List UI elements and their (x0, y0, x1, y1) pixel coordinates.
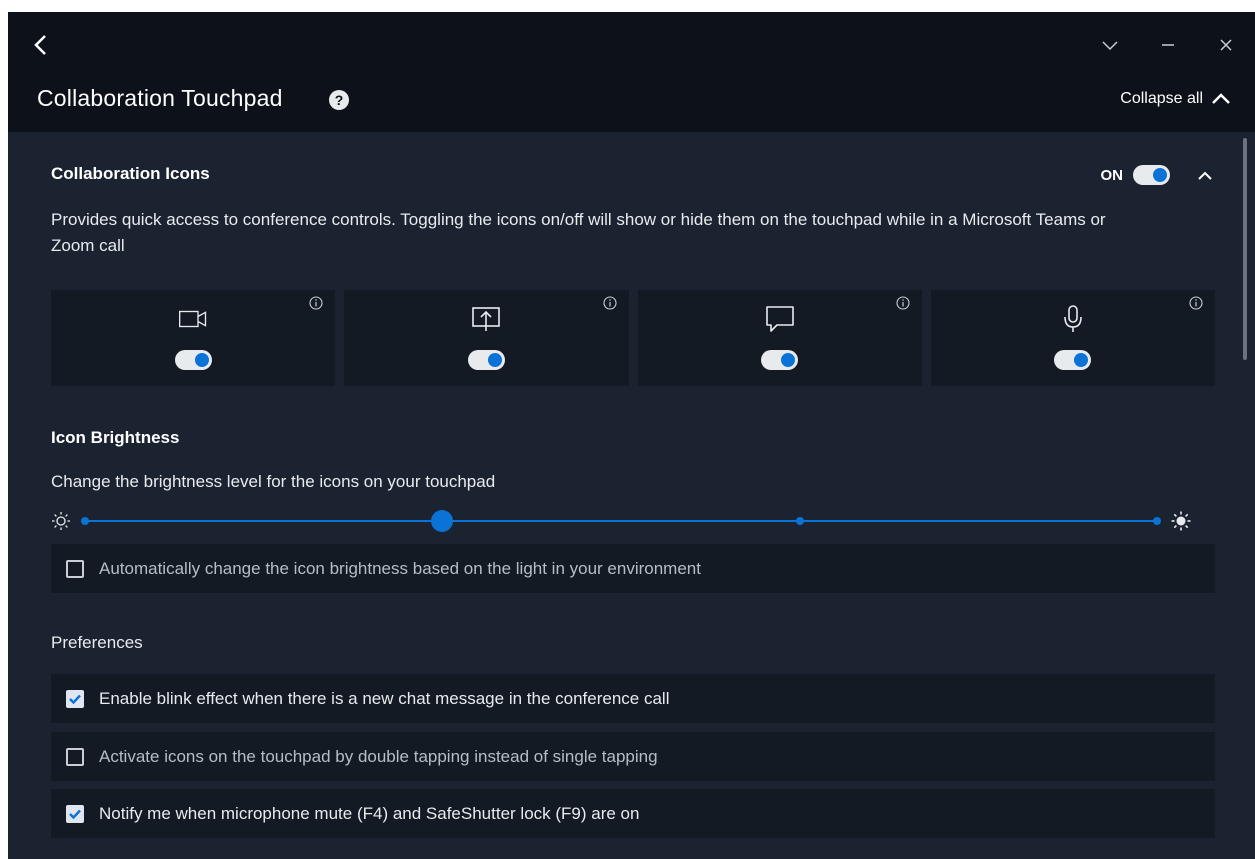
app-window: Collaboration Touchpad ? Collapse all Co… (8, 12, 1255, 859)
chevron-up-icon (1198, 171, 1212, 180)
collapse-all-button[interactable]: Collapse all (1120, 90, 1231, 108)
microphone-icon (1064, 305, 1082, 332)
slider-thumb[interactable] (431, 510, 453, 532)
collab-icons-master-toggle-group: ON (1100, 165, 1170, 185)
info-icon[interactable] (602, 296, 617, 310)
on-label: ON (1100, 166, 1124, 184)
dropdown-button[interactable] (1081, 28, 1139, 62)
chat-icon (765, 306, 794, 332)
collab-icons-master-toggle[interactable] (1133, 165, 1170, 185)
scrollbar[interactable] (1243, 138, 1247, 360)
share-screen-icon (472, 307, 501, 331)
checkmark-icon (69, 694, 81, 704)
collapse-section-button[interactable] (1195, 167, 1215, 183)
microphone-toggle[interactable] (1054, 350, 1092, 370)
collab-icons-title: Collaboration Icons (51, 164, 210, 183)
collab-icon-tiles (51, 290, 1215, 386)
back-button[interactable] (30, 32, 52, 58)
minimize-button[interactable] (1139, 28, 1197, 62)
slider-track[interactable] (85, 520, 1157, 522)
close-icon (1220, 39, 1232, 51)
video-camera-icon (179, 310, 207, 328)
chevron-up-icon (1212, 93, 1230, 104)
title-bar: Collaboration Touchpad ? Collapse all (8, 12, 1255, 132)
info-icon[interactable] (309, 296, 323, 310)
share-screen-toggle[interactable] (467, 350, 505, 370)
checkmark-icon (69, 809, 81, 819)
tile-camera (51, 290, 336, 386)
chevron-down-icon (1102, 41, 1118, 51)
chat-toggle[interactable] (761, 350, 799, 370)
info-icon[interactable] (1189, 296, 1203, 310)
question-circle-icon[interactable]: ? (329, 90, 349, 110)
tile-share-screen (344, 290, 629, 386)
checkbox[interactable] (66, 559, 84, 578)
pref-notify-mute-label: Notify me when microphone mute (F4) and … (99, 803, 640, 823)
chevron-left-icon (34, 35, 46, 55)
preferences-title: Preferences (51, 633, 143, 652)
pref-double-tap[interactable]: Activate icons on the touchpad by double… (51, 732, 1215, 781)
icon-brightness-description: Change the brightness level for the icon… (51, 472, 496, 491)
slider-stop[interactable] (796, 517, 804, 525)
brightness-high-icon (1171, 511, 1191, 531)
window-controls (1081, 28, 1255, 62)
pref-double-tap-label: Activate icons on the touchpad by double… (99, 746, 658, 766)
checkbox[interactable] (66, 747, 84, 766)
brightness-slider[interactable] (51, 509, 1201, 533)
collapse-all-label: Collapse all (1120, 90, 1203, 107)
auto-brightness-checkbox[interactable]: Automatically change the icon brightness… (51, 544, 1215, 593)
minimize-icon (1162, 44, 1174, 46)
settings-panel: Collaboration Icons ON Provides quick ac… (8, 132, 1255, 859)
pref-blink-effect[interactable]: Enable blink effect when there is a new … (51, 674, 1215, 723)
camera-toggle[interactable] (174, 350, 212, 370)
collab-icons-description: Provides quick access to conference cont… (51, 210, 1106, 255)
tile-microphone (930, 290, 1215, 386)
pref-notify-mute[interactable]: Notify me when microphone mute (F4) and … (51, 789, 1215, 838)
info-icon[interactable] (896, 296, 910, 310)
slider-stop[interactable] (81, 517, 89, 525)
tile-chat (637, 290, 922, 386)
checkbox[interactable] (66, 804, 84, 823)
brightness-low-icon (52, 512, 70, 530)
slider-stop[interactable] (1153, 517, 1161, 525)
close-button[interactable] (1197, 28, 1255, 62)
checkbox[interactable] (66, 689, 84, 708)
auto-brightness-label: Automatically change the icon brightness… (99, 558, 701, 578)
pref-blink-effect-label: Enable blink effect when there is a new … (99, 688, 670, 708)
icon-brightness-title: Icon Brightness (51, 428, 180, 447)
page-title: Collaboration Touchpad (37, 85, 283, 111)
